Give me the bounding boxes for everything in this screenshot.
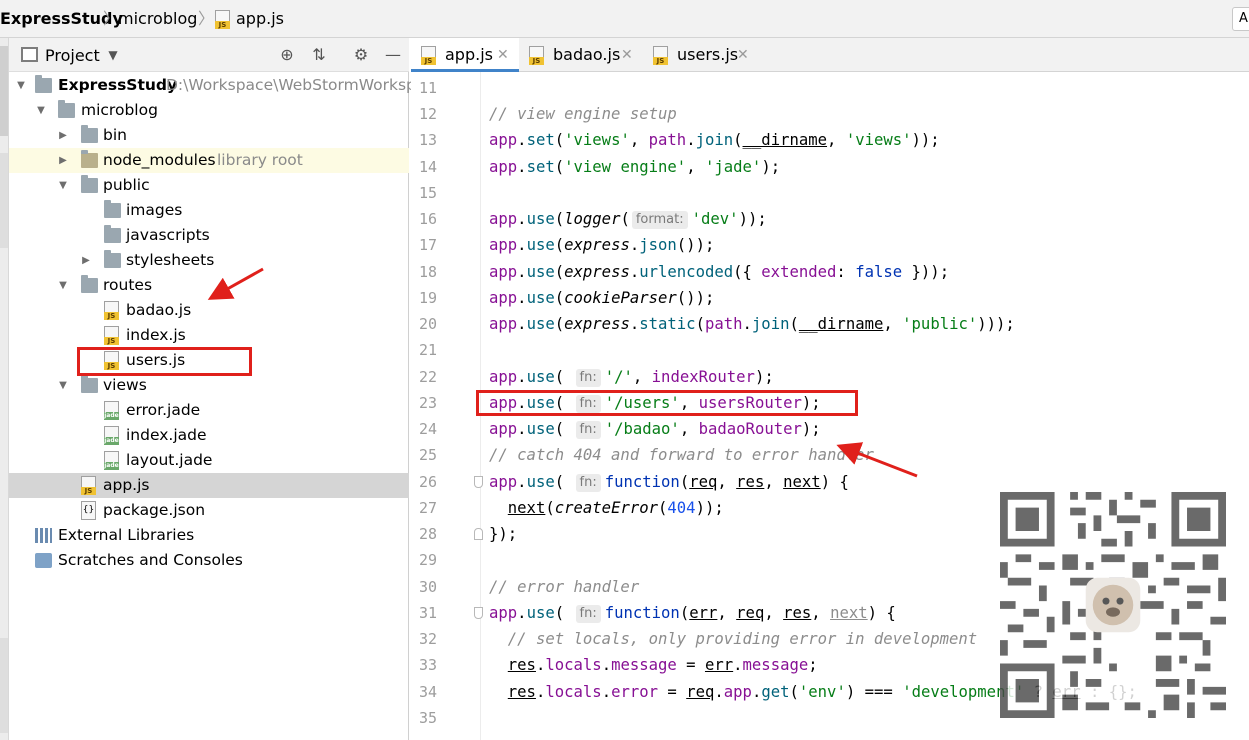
annotation-arrows [207, 267, 918, 478]
annotation-arrow-badao-route [836, 442, 918, 478]
annotation-arrow-badao-file [207, 267, 264, 300]
